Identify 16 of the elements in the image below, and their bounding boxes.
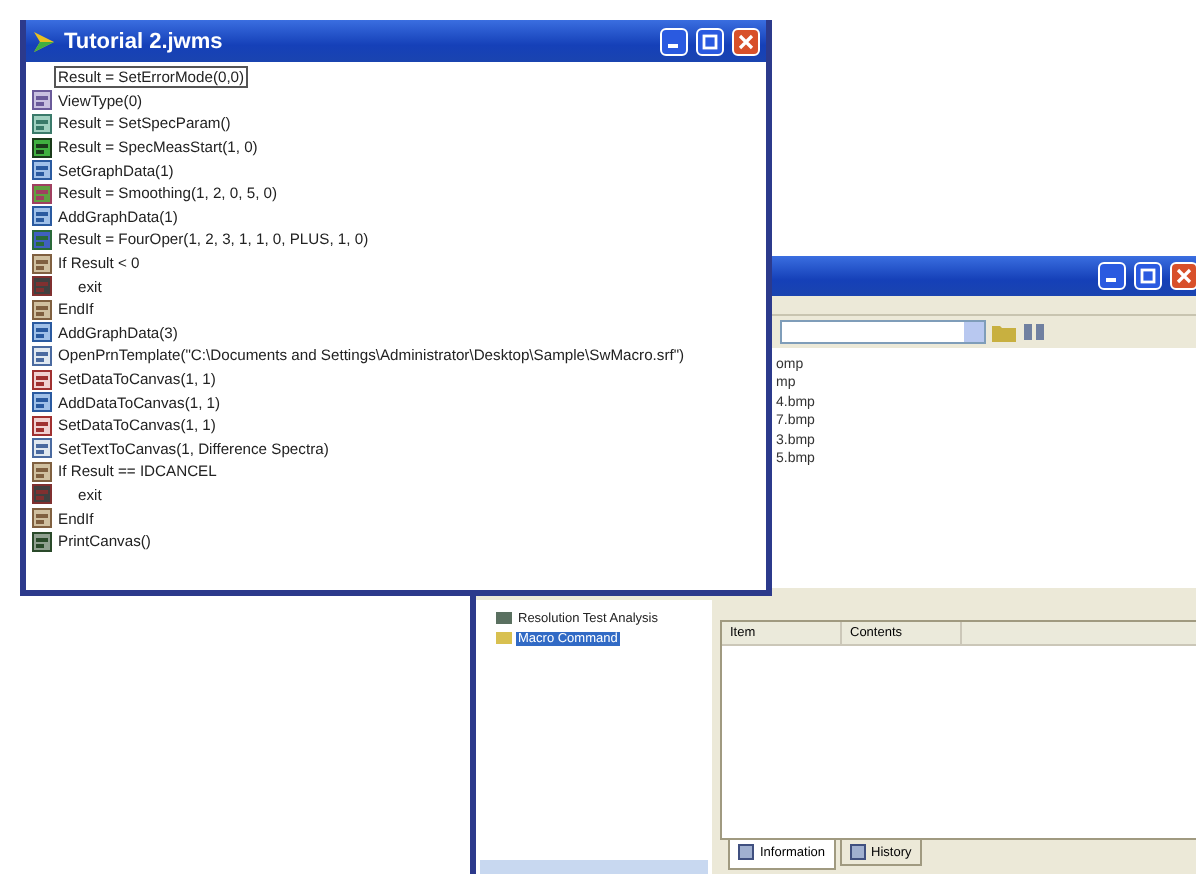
close-icon xyxy=(1176,268,1192,284)
minimize-button[interactable] xyxy=(660,27,688,55)
square-icon xyxy=(849,844,866,860)
close-button[interactable] xyxy=(732,27,760,55)
close-icon xyxy=(738,33,754,49)
square-icon xyxy=(738,844,754,860)
path-field[interactable] xyxy=(780,320,986,344)
scrollbar[interactable] xyxy=(480,860,708,874)
maximize-icon xyxy=(702,33,718,49)
minimize-button[interactable] xyxy=(1098,262,1126,290)
arrow-icon xyxy=(32,29,56,53)
maximize-icon xyxy=(1140,268,1156,284)
window-title: Tutorial 2.jwms xyxy=(64,29,225,53)
maximize-button[interactable] xyxy=(696,27,724,55)
maximize-button[interactable] xyxy=(1134,262,1162,290)
close-button[interactable] xyxy=(1170,262,1196,290)
